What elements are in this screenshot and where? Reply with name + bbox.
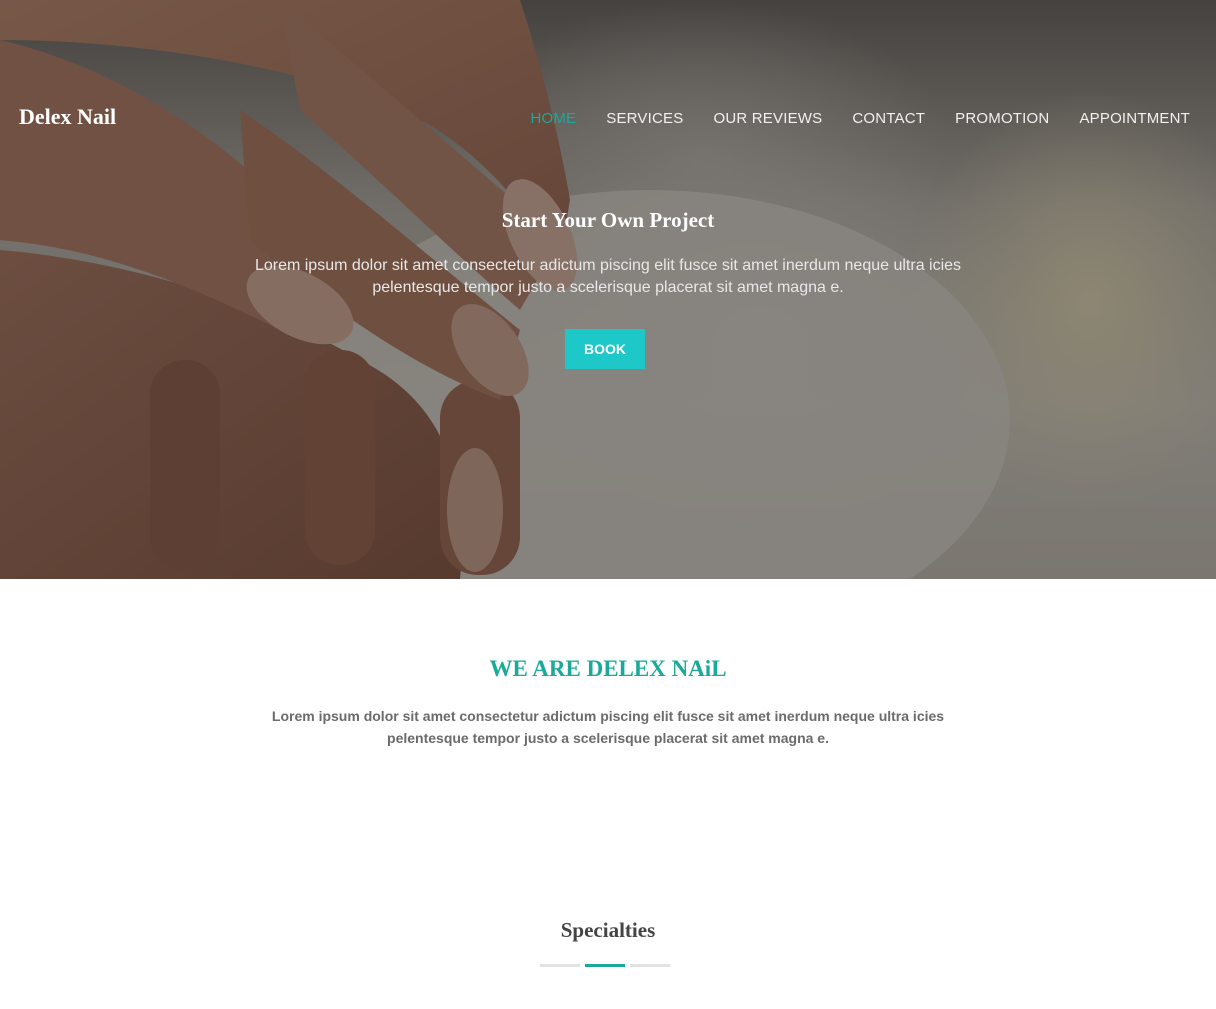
hero-section: Delex Nail HOME SERVICES OUR REVIEWS CON… xyxy=(0,0,1216,579)
about-title: WE ARE DELEX NAiL xyxy=(489,656,727,681)
about-description: Lorem ipsum dolor sit amet consectetur a… xyxy=(271,708,945,746)
divider-middle xyxy=(585,964,625,967)
section-divider xyxy=(540,964,675,967)
nav-item-contact[interactable]: CONTACT xyxy=(852,110,925,127)
nav-item-home[interactable]: HOME xyxy=(530,110,576,127)
hero-title: Start Your Own Project xyxy=(501,208,715,232)
nav-item-our-reviews[interactable]: OUR REVIEWS xyxy=(713,110,822,127)
nav-item-promotion[interactable]: PROMOTION xyxy=(955,110,1049,127)
book-button[interactable]: BOOK xyxy=(565,329,645,369)
main-nav: HOME SERVICES OUR REVIEWS CONTACT PROMOT… xyxy=(500,110,1190,127)
hero-description: Lorem ipsum dolor sit amet consectetur a… xyxy=(254,257,962,296)
divider-right xyxy=(630,964,670,967)
brand-logo[interactable]: Delex Nail xyxy=(19,104,116,130)
nav-item-appointment[interactable]: APPOINTMENT xyxy=(1079,110,1190,127)
nav-item-services[interactable]: SERVICES xyxy=(606,110,683,127)
divider-left xyxy=(540,964,580,967)
specialties-title: Specialties xyxy=(560,918,656,942)
